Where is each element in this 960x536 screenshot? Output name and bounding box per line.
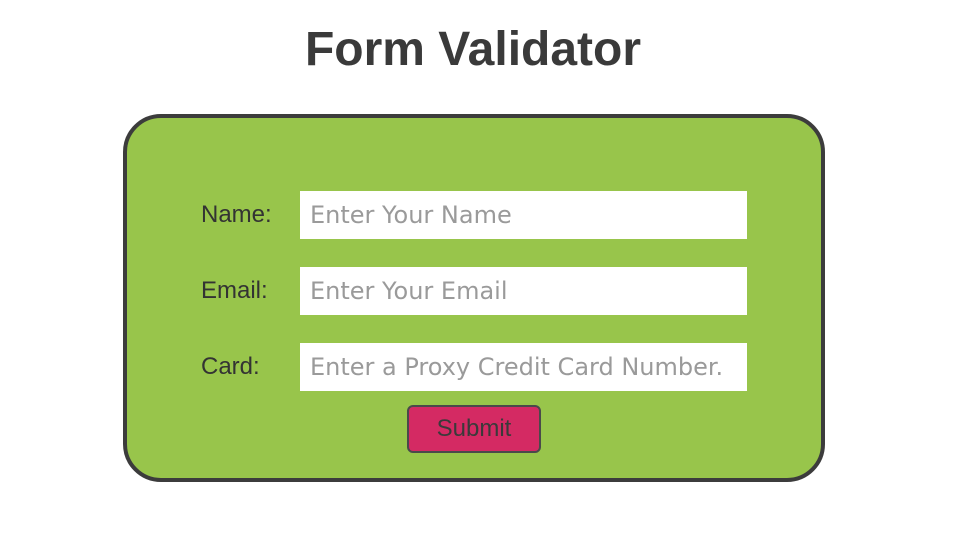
name-label: Name:: [201, 201, 272, 228]
card-row: Card:: [127, 343, 821, 391]
card-input[interactable]: [300, 343, 747, 391]
submit-button[interactable]: Submit: [407, 405, 541, 453]
page-title: Form Validator: [304, 23, 642, 76]
form-card: Name: Email: Card: Submit: [123, 114, 825, 482]
email-label: Email:: [201, 277, 268, 304]
name-input[interactable]: [300, 191, 747, 239]
email-input[interactable]: [300, 267, 747, 315]
page: Form Validator Name: Email: Card: Submit: [0, 0, 960, 536]
name-row: Name:: [127, 191, 821, 239]
email-row: Email:: [127, 267, 821, 315]
card-label: Card:: [201, 353, 260, 380]
